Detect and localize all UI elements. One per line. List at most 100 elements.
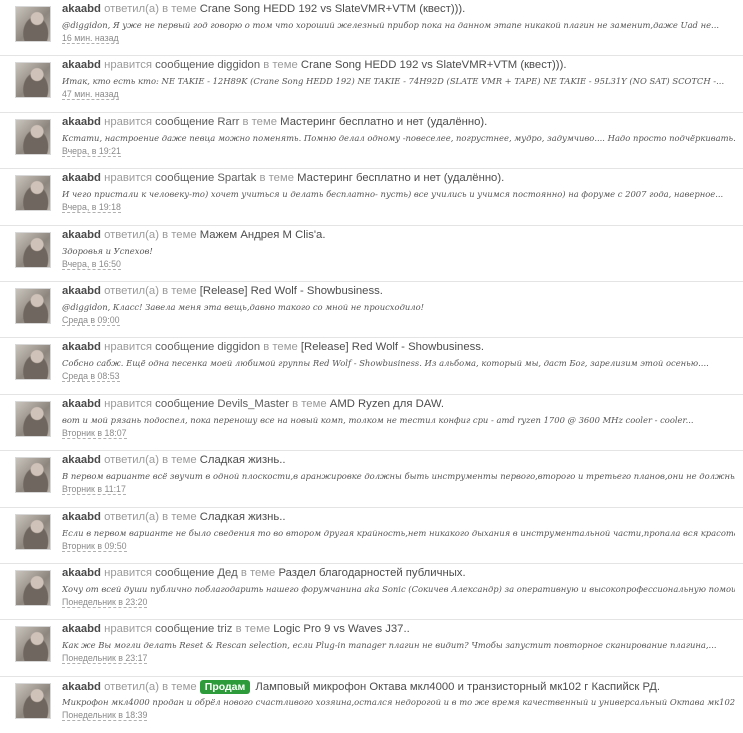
avatar[interactable] bbox=[15, 569, 51, 606]
thread-link[interactable]: Сладкая жизнь.. bbox=[200, 454, 286, 466]
timestamp-link[interactable]: Вчера, в 19:21 bbox=[62, 146, 121, 157]
action-text: ответил(а) bbox=[104, 228, 159, 241]
timestamp-link[interactable]: Вторник в 11:17 bbox=[62, 484, 126, 496]
in-thread-label: в теме bbox=[162, 510, 197, 523]
post-snippet: Как же Вы могли делать Reset & Rescan se… bbox=[62, 640, 717, 651]
feed-item: akaabd нравится сообщение Devils_Master … bbox=[0, 395, 743, 452]
activity-feed: akaabd ответил(а) в теме Crane Song HEDD… bbox=[0, 0, 743, 733]
avatar[interactable] bbox=[15, 287, 51, 324]
username-link[interactable]: akaabd bbox=[62, 398, 101, 410]
feed-item: akaabd нравится сообщение triz в теме Lo… bbox=[0, 620, 743, 677]
username-link[interactable]: akaabd bbox=[62, 172, 101, 184]
feed-item: akaabd нравится сообщение diggidon в тем… bbox=[0, 56, 743, 113]
avatar[interactable] bbox=[15, 118, 51, 155]
action-text: нравится bbox=[104, 397, 153, 410]
post-link[interactable]: сообщение diggidon bbox=[155, 341, 260, 353]
username-link[interactable]: akaabd bbox=[62, 285, 101, 297]
avatar[interactable] bbox=[15, 682, 51, 719]
thread-link[interactable]: Crane Song HEDD 192 vs SlateVMR+VTM (кве… bbox=[301, 59, 567, 71]
in-thread-label: в теме bbox=[292, 397, 327, 410]
timestamp-link[interactable]: Среда в 09:00 bbox=[62, 315, 120, 326]
avatar[interactable] bbox=[15, 626, 51, 663]
thread-link[interactable]: AMD Ryzen для DAW. bbox=[330, 398, 444, 410]
timestamp-link[interactable]: Вторник в 09:50 bbox=[62, 541, 127, 552]
avatar[interactable] bbox=[15, 513, 51, 550]
timestamp-link[interactable]: Среда в 08:53 bbox=[62, 371, 120, 383]
username-link[interactable]: akaabd bbox=[62, 116, 101, 128]
in-thread-label: в теме bbox=[263, 59, 298, 72]
thread-link[interactable]: Ламповый микрофон Октава мкл4000 и транз… bbox=[255, 681, 660, 693]
feed-item: akaabd нравится сообщение Rarr в теме Ма… bbox=[0, 113, 743, 170]
feed-item: akaabd нравится сообщение Дед в теме Раз… bbox=[0, 564, 743, 621]
action-text: нравится bbox=[104, 115, 153, 128]
in-thread-label: в теме bbox=[263, 341, 298, 354]
avatar[interactable] bbox=[15, 175, 51, 212]
feed-item: akaabd ответил(а) в теме Мажем Андрея М … bbox=[0, 226, 743, 282]
in-thread-label: в теме bbox=[235, 623, 271, 636]
thread-link[interactable]: Сладкая жизнь.. bbox=[200, 511, 286, 523]
thread-link[interactable]: Раздел благодарностей публичных. bbox=[278, 567, 465, 579]
avatar[interactable] bbox=[15, 62, 51, 99]
username-link[interactable]: akaabd bbox=[62, 454, 101, 466]
thread-link[interactable]: [Release] Red Wolf - Showbusiness. bbox=[200, 285, 383, 297]
action-text: ответил(а) bbox=[104, 510, 159, 523]
post-link[interactable]: сообщение triz bbox=[155, 623, 232, 635]
username-link[interactable]: akaabd bbox=[62, 341, 101, 353]
post-snippet: вот и мой рязань подоспел, пока переношу… bbox=[62, 414, 694, 425]
thread-link[interactable]: Мастеринг бесплатно и нет (удалённо). bbox=[297, 172, 504, 184]
timestamp-link[interactable]: Вчера, в 16:50 bbox=[62, 259, 121, 270]
feed-item-header: akaabd нравится сообщение Devils_Master … bbox=[62, 398, 735, 410]
post-link[interactable]: сообщение Дед bbox=[155, 567, 238, 579]
post-snippet: Здоровья и Успехов! bbox=[62, 245, 153, 256]
prefix-badge[interactable]: Продам bbox=[199, 679, 251, 694]
feed-item: akaabd ответил(а) в теме Сладкая жизнь..… bbox=[0, 508, 743, 564]
post-link[interactable]: сообщение diggidon bbox=[155, 59, 260, 71]
post-snippet: Хочу от всей души публично поблагодарить… bbox=[62, 583, 735, 594]
post-snippet: @diggidon, Я уже не первый год говорю о … bbox=[62, 20, 720, 30]
username-link[interactable]: akaabd bbox=[62, 3, 101, 15]
username-link[interactable]: akaabd bbox=[62, 567, 101, 579]
timestamp-link[interactable]: 16 мин. назад bbox=[62, 33, 119, 44]
avatar[interactable] bbox=[15, 400, 51, 437]
timestamp-link[interactable]: Понедельник в 18:39 bbox=[62, 710, 148, 721]
timestamp-link[interactable]: Понедельник в 23:17 bbox=[62, 653, 148, 665]
username-link[interactable]: akaabd bbox=[62, 681, 101, 693]
thread-link[interactable]: Logic Pro 9 vs Waves J37.. bbox=[273, 623, 409, 635]
timestamp-link[interactable]: Вторник в 18:07 bbox=[62, 428, 127, 439]
feed-item-header: akaabd нравится сообщение diggidon в тем… bbox=[62, 341, 735, 353]
timestamp-link[interactable]: 47 мин. назад bbox=[62, 89, 119, 101]
username-link[interactable]: akaabd bbox=[62, 511, 101, 523]
action-text: нравится bbox=[104, 172, 153, 185]
feed-item: akaabd ответил(а) в теме [Release] Red W… bbox=[0, 282, 743, 339]
avatar[interactable] bbox=[15, 6, 51, 42]
post-snippet: И чего пристали к человеку-то) хочет учи… bbox=[62, 189, 724, 200]
username-link[interactable]: akaabd bbox=[62, 229, 101, 241]
thread-link[interactable]: [Release] Red Wolf - Showbusiness. bbox=[301, 341, 484, 353]
feed-item-header: akaabd ответил(а) в теме Crane Song HEDD… bbox=[62, 3, 735, 15]
thread-link[interactable]: Crane Song HEDD 192 vs SlateVMR+VTM (кве… bbox=[200, 3, 466, 15]
feed-item: akaabd нравится сообщение Spartak в теме… bbox=[0, 169, 743, 226]
post-link[interactable]: сообщение Devils_Master bbox=[155, 398, 289, 410]
feed-item-header: akaabd нравится сообщение triz в теме Lo… bbox=[62, 623, 735, 635]
post-snippet: @diggidon, Класс! Завела меня эта вещь,д… bbox=[62, 301, 425, 312]
post-snippet: Кстати, настроение даже певца можно поме… bbox=[62, 132, 735, 143]
post-snippet: Собсно сабж. Ещё одна песенка моей любим… bbox=[62, 358, 709, 369]
thread-link[interactable]: Мажем Андрея М Clis'a. bbox=[200, 229, 326, 241]
feed-item-header: akaabd нравится сообщение diggidon в тем… bbox=[62, 59, 735, 71]
timestamp-link[interactable]: Вчера, в 19:18 bbox=[62, 202, 121, 214]
timestamp-link[interactable]: Понедельник в 23:20 bbox=[62, 597, 148, 608]
avatar[interactable] bbox=[15, 231, 51, 268]
feed-item-header: akaabd ответил(а) в теме Мажем Андрея М … bbox=[62, 229, 735, 241]
avatar[interactable] bbox=[15, 344, 51, 381]
post-snippet: Если в первом варианте не было сведения … bbox=[62, 527, 735, 538]
post-link[interactable]: сообщение Spartak bbox=[155, 172, 256, 184]
username-link[interactable]: akaabd bbox=[62, 59, 101, 71]
username-link[interactable]: akaabd bbox=[62, 623, 101, 635]
feed-item-header: akaabd ответил(а) в теме Сладкая жизнь.. bbox=[62, 511, 735, 523]
feed-item-header: akaabd ответил(а) в теме [Release] Red W… bbox=[62, 285, 735, 297]
thread-link[interactable]: Мастеринг бесплатно и нет (удалённо). bbox=[280, 116, 487, 128]
feed-item-header: akaabd ответил(а) в теме Продам Ламповый… bbox=[62, 679, 735, 694]
post-link[interactable]: сообщение Rarr bbox=[155, 116, 239, 128]
avatar[interactable] bbox=[15, 457, 51, 494]
post-snippet: В первом варианте всё звучит в одной пло… bbox=[62, 471, 735, 482]
